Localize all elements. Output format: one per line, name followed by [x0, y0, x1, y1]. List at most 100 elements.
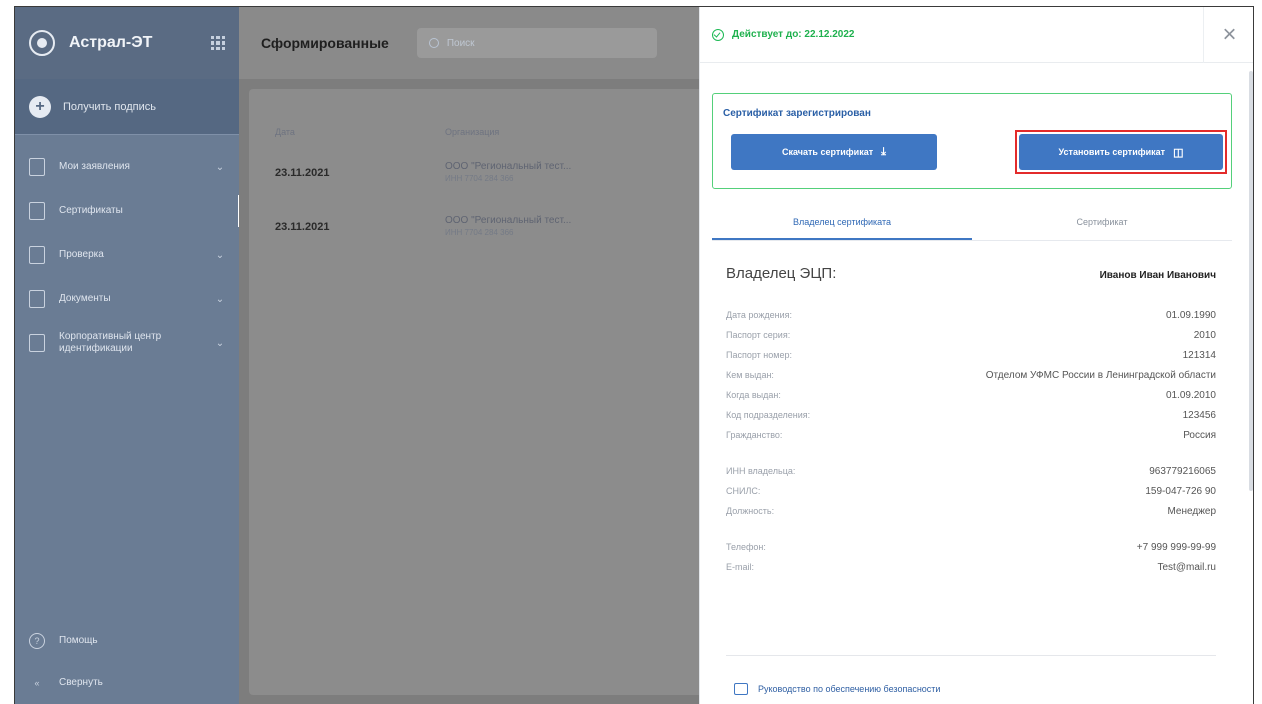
tab-owner[interactable]: Владелец сертификата: [712, 205, 972, 240]
field-row: Дата рождения: 01.09.1990: [726, 305, 1216, 325]
field-row: Кем выдан: Отделом УФМС России в Ленингра…: [726, 365, 1216, 385]
chevron-down-icon: ⌄: [215, 337, 225, 349]
sidebar-item-corporate-center[interactable]: Корпоративный центр идентификации ⌄: [15, 321, 239, 365]
owner-label: Владелец ЭЦП:: [726, 265, 837, 282]
field-key: Дата рождения:: [726, 310, 792, 320]
tab-certificate[interactable]: Сертификат: [972, 205, 1232, 240]
owner-fields: Дата рождения: 01.09.1990 Паспорт серия: 2…: [726, 305, 1216, 577]
field-key: Телефон:: [726, 542, 766, 552]
search-placeholder: Поиск: [446, 37, 475, 49]
search-input[interactable]: Поиск: [416, 28, 657, 58]
chevron-down-icon: ⌄: [215, 161, 225, 173]
install-icon: ◫: [1173, 146, 1184, 159]
scrollbar[interactable]: [1249, 71, 1253, 491]
sidebar-item-applications[interactable]: Мои заявления ⌄: [15, 145, 239, 189]
field-value: 123456: [1182, 409, 1216, 421]
close-button[interactable]: ×: [1203, 7, 1253, 63]
field-value: Менеджер: [1167, 505, 1216, 517]
field-row: Паспорт номер: 121314: [726, 345, 1216, 365]
owner-header: Владелец ЭЦП: Иванов Иван Иванович: [726, 265, 1216, 282]
field-key: Должность:: [726, 506, 775, 516]
field-value: 2010: [1193, 329, 1216, 341]
organization-name: ООО "Региональный тест...: [445, 215, 572, 226]
install-label: Установить сертификат: [1058, 147, 1166, 157]
column-header-date[interactable]: Дата: [275, 127, 295, 137]
field-row: Код подразделения: 123456: [726, 405, 1216, 425]
field-row: Когда выдан: 01.09.2010: [726, 385, 1216, 405]
row-organization: ООО "Региональный тест... ИНН 7704 284 3…: [445, 161, 571, 185]
field-row: СНИЛС: 159-047-726 90: [726, 481, 1216, 501]
chevron-down-icon: ⌄: [215, 249, 225, 261]
sidebar-item-collapse[interactable]: « Свернуть: [15, 662, 239, 704]
field-value: Отделом УФМС России в Ленинградской обла…: [985, 369, 1216, 381]
sidebar-item-label: Документы: [59, 293, 111, 304]
search-icon: [428, 38, 439, 48]
download-certificate-button[interactable]: Скачать сертификат ⤓: [731, 134, 937, 170]
get-signature-label: Получить подпись: [63, 100, 156, 113]
field-key: Когда выдан:: [726, 390, 781, 400]
applications-icon: [29, 158, 45, 176]
certificate-details-panel: Действует до: 22.12.2022 × Сертификат за…: [699, 7, 1253, 704]
corporate-center-icon: [29, 334, 45, 352]
sidebar-item-help[interactable]: ? Помощь: [15, 620, 239, 662]
collapse-label: Свернуть: [59, 677, 103, 688]
table-row[interactable]: 23.11.2021 ООО "Региональный тест... ИНН…: [249, 207, 719, 257]
field-row: Паспорт серия: 2010: [726, 325, 1216, 345]
sidebar-bottom: ? Помощь « Свернуть: [15, 620, 239, 704]
help-icon: ?: [29, 633, 45, 649]
get-signature-button[interactable]: + Получить подпись: [15, 79, 239, 135]
highlight-box: Установить сертификат ◫: [1015, 130, 1227, 174]
organization-inn: ИНН 7704 284 366: [445, 228, 514, 237]
registered-box: Сертификат зарегистрирован Скачать серти…: [712, 93, 1232, 189]
field-row: Гражданство: Россия: [726, 425, 1216, 445]
field-key: Код подразделения:: [726, 410, 811, 420]
row-date: 23.11.2021: [275, 167, 330, 179]
app-window: Астрал-ЭТ + Получить подпись Мои заявлен…: [14, 6, 1254, 704]
field-key: Паспорт серия:: [726, 330, 791, 340]
apps-grid-icon[interactable]: [211, 36, 225, 50]
astral-logo-icon: [29, 30, 55, 56]
organization-name: ООО "Региональный тест...: [445, 161, 572, 172]
sidebar-item-label: Корпоративный центр идентификации: [59, 331, 162, 354]
help-label: Помощь: [59, 635, 98, 646]
sidebar-item-verification[interactable]: Проверка ⌄: [15, 233, 239, 277]
field-value: Россия: [1183, 429, 1216, 441]
certificates-table: Дата Организация 23.11.2021 ООО "Региона…: [249, 89, 719, 695]
field-value: 963779216065: [1149, 465, 1216, 477]
plus-icon: +: [29, 95, 51, 118]
sidebar-nav: Мои заявления ⌄ Сертификаты Проверка ⌄ Д…: [15, 135, 241, 365]
divider: [726, 655, 1216, 656]
download-label: Скачать сертификат: [782, 147, 874, 157]
column-header-organization[interactable]: Организация: [445, 127, 499, 137]
field-row: ИНН владельца: 963779216065: [726, 461, 1216, 481]
valid-until: Действует до: 22.12.2022: [732, 29, 855, 40]
row-date: 23.11.2021: [275, 221, 330, 233]
field-value: Test@mail.ru: [1157, 561, 1217, 573]
sidebar-item-label: Мои заявления: [59, 161, 130, 172]
field-key: E-mail:: [726, 562, 755, 572]
table-row[interactable]: 23.11.2021 ООО "Региональный тест... ИНН…: [249, 153, 719, 203]
security-guide-label: Руководство по обеспечению безопасности: [758, 684, 941, 694]
panel-tabs: Владелец сертификата Сертификат: [712, 205, 1232, 241]
field-row: E-mail: Test@mail.ru: [726, 557, 1216, 577]
sidebar-item-label: Проверка: [59, 249, 104, 260]
sidebar-item-label: Сертификаты: [59, 205, 123, 216]
field-value: +7 999 999-99-99: [1136, 541, 1216, 553]
field-value: 01.09.2010: [1165, 389, 1216, 401]
security-guide-link[interactable]: Руководство по обеспечению безопасности: [734, 683, 940, 695]
close-icon: ×: [1222, 20, 1237, 48]
sidebar-item-certificates[interactable]: Сертификаты: [15, 189, 241, 233]
field-value: 159-047-726 90: [1145, 485, 1216, 497]
chevron-down-icon: ⌄: [215, 293, 225, 305]
printer-icon: [734, 683, 748, 695]
verification-icon: [29, 246, 45, 264]
install-certificate-button[interactable]: Установить сертификат ◫: [1019, 134, 1223, 170]
field-key: СНИЛС:: [726, 486, 761, 496]
owner-name: Иванов Иван Иванович: [1099, 270, 1216, 281]
sidebar-header: Астрал-ЭТ: [15, 7, 239, 79]
field-value: 01.09.1990: [1165, 309, 1216, 321]
documents-icon: [29, 290, 45, 308]
download-icon: ⤓: [881, 145, 886, 158]
sidebar-item-documents[interactable]: Документы ⌄: [15, 277, 239, 321]
